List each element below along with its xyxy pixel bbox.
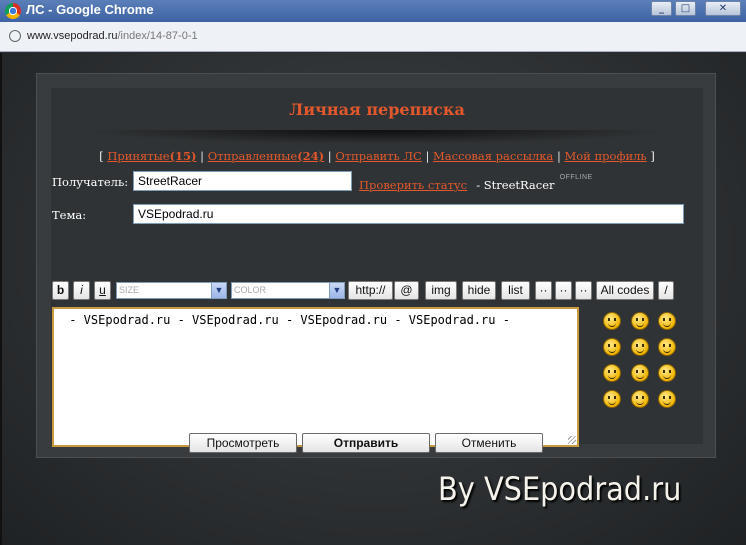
wink-smiley-icon[interactable] xyxy=(631,338,649,356)
shocked-smiley-icon[interactable] xyxy=(603,338,621,356)
rolleyes-smiley-icon[interactable] xyxy=(658,390,676,408)
nav-send-pm-link[interactable]: Отправить ЛС xyxy=(335,149,422,163)
pm-nav: [ Принятые(15) | Отправленные(24) | Отпр… xyxy=(99,149,655,163)
nav-mass-mail-link[interactable]: Массовая рассылка xyxy=(433,149,553,163)
angry-smiley-icon[interactable] xyxy=(603,312,621,330)
underline-button[interactable]: u xyxy=(94,281,111,300)
minimize-icon[interactable]: _ xyxy=(651,1,672,16)
chevron-down-icon: ▼ xyxy=(329,283,344,298)
bold-button[interactable]: b xyxy=(52,281,69,300)
subject-input[interactable] xyxy=(133,204,684,224)
chevron-down-icon: ▼ xyxy=(211,283,226,298)
url-text[interactable]: www.vsepodrad.ru/index/14-87-0-1 xyxy=(27,30,198,42)
nav-sent-link[interactable]: Отправленные(24) xyxy=(208,149,324,163)
address-bar[interactable]: www.vsepodrad.ru/index/14-87-0-1 xyxy=(0,22,746,52)
chrome-icon xyxy=(5,3,21,19)
all-codes-button[interactable]: All codes xyxy=(596,281,654,300)
cool-smiley-icon[interactable] xyxy=(658,312,676,330)
watermark: By VSEpodrad.ru xyxy=(438,470,682,508)
size-select[interactable]: SIZE ▼ xyxy=(116,282,227,299)
hide-button[interactable]: hide xyxy=(462,281,496,300)
pm-panel: Личная переписка [ Принятые(15) | Отправ… xyxy=(51,88,703,453)
globe-icon xyxy=(9,30,21,42)
message-textarea[interactable]: - VSEpodrad.ru - VSEpodrad.ru - VSEpodra… xyxy=(52,307,579,447)
italic-button[interactable]: i xyxy=(73,281,90,300)
img-button[interactable]: img xyxy=(425,281,457,300)
tag-button-1[interactable]: ·· xyxy=(535,281,552,300)
grin-smiley-icon[interactable] xyxy=(631,312,649,330)
surprised-smiley-icon[interactable] xyxy=(658,364,676,382)
check-status-link[interactable]: Проверить статус xyxy=(359,178,467,192)
offline-badge: OFFLINE xyxy=(559,174,593,181)
subject-label: Тема: xyxy=(52,208,87,222)
window-title: ЛС - Google Chrome xyxy=(26,2,154,17)
cancel-button[interactable]: Отменить xyxy=(435,433,543,453)
close-tags-button[interactable]: / xyxy=(658,281,674,300)
title-divider xyxy=(81,130,671,144)
send-button[interactable]: Отправить xyxy=(302,433,430,453)
sad-smiley-icon[interactable] xyxy=(603,364,621,382)
laugh-smiley-icon[interactable] xyxy=(631,390,649,408)
window-titlebar: ЛС - Google Chrome _ □ ✕ xyxy=(0,0,746,22)
color-select[interactable]: COLOR ▼ xyxy=(231,282,345,299)
maximize-icon[interactable]: □ xyxy=(675,1,696,16)
list-button[interactable]: list xyxy=(501,281,530,300)
recipient-input[interactable] xyxy=(133,171,352,191)
recipient-label: Получатель: xyxy=(52,175,129,189)
happy-smiley-icon[interactable] xyxy=(658,338,676,356)
url-button[interactable]: http:// xyxy=(348,281,393,300)
nav-my-profile-link[interactable]: Мой профиль xyxy=(564,149,646,163)
tag-button-3[interactable]: ·· xyxy=(575,281,592,300)
email-button[interactable]: @ xyxy=(394,281,419,300)
tag-button-2[interactable]: ·· xyxy=(555,281,572,300)
smile-smiley-icon[interactable] xyxy=(631,364,649,382)
resize-handle-icon[interactable] xyxy=(568,436,576,444)
tongue-smiley-icon[interactable] xyxy=(603,390,621,408)
content-frame: Личная переписка [ Принятые(15) | Отправ… xyxy=(36,73,716,458)
page-title: Личная переписка xyxy=(289,100,465,119)
status-area: Проверить статус - StreetRacer OFFLINE xyxy=(359,174,593,193)
status-user: - StreetRacer xyxy=(476,178,555,192)
nav-received-link[interactable]: Принятые(15) xyxy=(107,149,196,163)
preview-button[interactable]: Просмотреть xyxy=(189,433,297,453)
close-icon[interactable]: ✕ xyxy=(705,1,741,16)
